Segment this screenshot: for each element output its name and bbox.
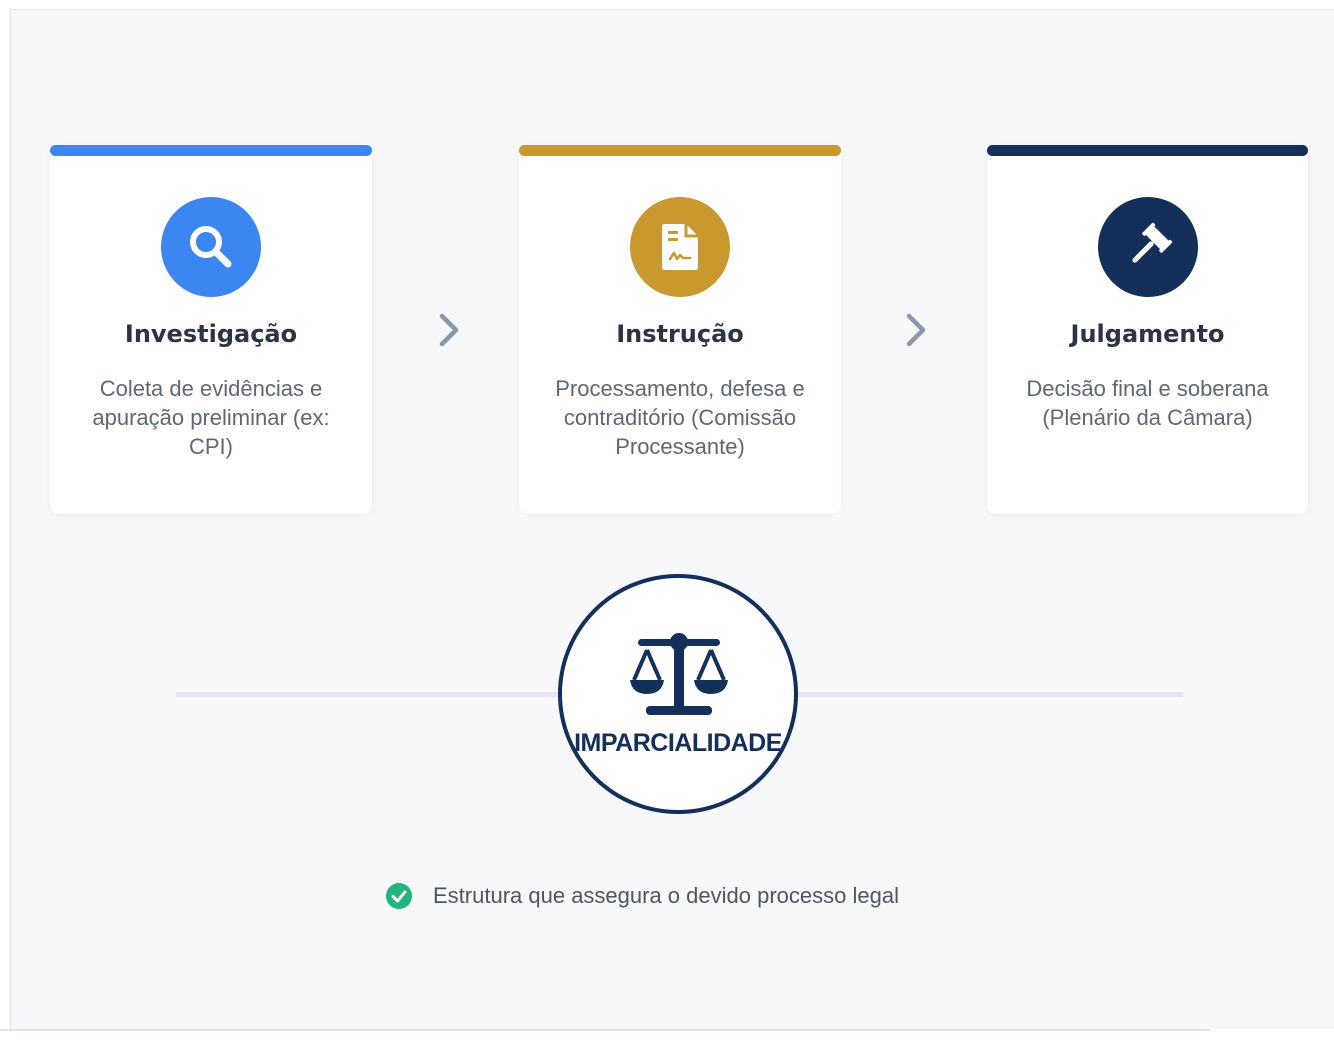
stage-card-investigacao: Investigação Coleta de evidências e apur…: [50, 145, 372, 514]
signed-document-icon: [662, 224, 698, 270]
gavel-icon: [1131, 222, 1172, 263]
chevron-right-icon: [906, 313, 926, 347]
stage-title: Julgamento: [1070, 320, 1225, 348]
stage-description: Processamento, defesa e contraditório (C…: [555, 376, 805, 459]
badge-label: IMPARCIALIDADE: [574, 729, 782, 757]
stage-title: Instrução: [616, 320, 744, 348]
stage-color-bar: [519, 145, 841, 156]
stage-description: Decisão final e soberana (Plenário da Câ…: [1026, 376, 1269, 430]
stage-card-julgamento: Julgamento Decisão final e soberana (Ple…: [987, 145, 1308, 514]
magnifier-icon-circle: [161, 197, 261, 297]
chevron-right-icon: [439, 313, 459, 347]
footer-text: Estrutura que assegura o devido processo…: [433, 883, 899, 908]
gavel-icon-circle: [1097, 197, 1198, 297]
check-circle-icon: [386, 883, 412, 909]
signed-document-icon-circle: [630, 197, 730, 297]
footer-note: Estrutura que assegura o devido processo…: [385, 878, 899, 914]
stage-card-instrucao: Instrução Processamento, defesa e contra…: [519, 145, 841, 514]
impartiality-badge: IMPARCIALIDADE: [558, 574, 798, 814]
stage-color-bar: [50, 145, 372, 156]
bottom-divider: [0, 1029, 1210, 1031]
stage-title: Investigação: [124, 320, 298, 348]
magnifier-icon: [190, 226, 232, 268]
stage-color-bar: [987, 145, 1308, 156]
stage-description: Coleta de evidências e apuração prelimin…: [92, 376, 330, 459]
scales-icon: [630, 633, 728, 715]
